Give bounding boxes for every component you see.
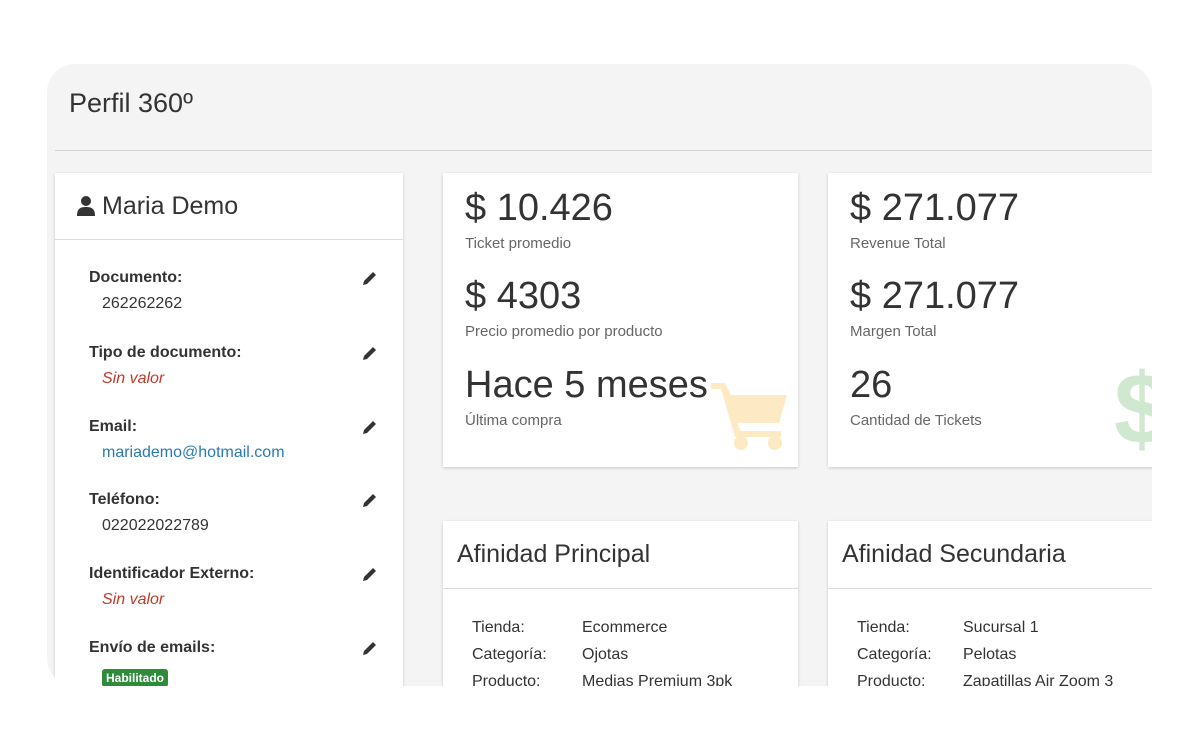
field-label: Tipo de documento:	[89, 344, 242, 361]
affinity-key: Categoría:	[472, 646, 547, 663]
edit-telefono-pencil-icon[interactable]	[361, 491, 379, 509]
stat-ticket-promedio: $ 10.426 Ticket promedio	[465, 189, 613, 252]
email-link[interactable]: mariademo@hotmail.com	[89, 444, 379, 462]
field-documento: Documento: 262262262	[89, 269, 379, 313]
stat-value: $ 271.077	[850, 275, 1020, 317]
affinity-key: Producto:	[857, 673, 926, 686]
affinity-secondary-card: Afinidad Secundaria Tienda: Sucursal 1 C…	[828, 521, 1152, 686]
stat-value: 26	[850, 364, 893, 406]
affinity-key: Categoría:	[857, 646, 932, 663]
field-email: Email: mariademo@hotmail.com	[89, 418, 379, 462]
field-value: 262262262	[102, 295, 183, 312]
page-title: Perfil 360º	[69, 88, 193, 118]
field-label: Documento:	[89, 269, 183, 286]
stat-value: $ 10.426	[465, 187, 613, 229]
edit-tipo-documento-pencil-icon[interactable]	[361, 344, 379, 362]
stat-label: Margen Total	[850, 323, 937, 340]
affinity-value: Ojotas	[582, 646, 629, 663]
revenue-stats-card: $ $ 271.077 Revenue Total $ 271.077 Marg…	[828, 173, 1152, 467]
dollar-sign-icon: $	[1114, 353, 1152, 453]
affinity-row: Categoría: Ojotas	[472, 646, 628, 664]
affinity-value: Medias Premium 3pk	[582, 673, 733, 686]
field-value: Sin valor	[102, 591, 165, 608]
field-label: Envío de emails:	[89, 639, 216, 656]
affinity-value: Ecommerce	[582, 619, 668, 636]
profile-360-panel: Perfil 360º Maria Demo Documento: 262262…	[47, 64, 1152, 686]
affinity-key: Tienda:	[472, 619, 525, 636]
affinity-value: Pelotas	[963, 646, 1017, 663]
user-icon	[77, 196, 95, 216]
stat-ultima-compra: Hace 5 meses Última compra	[465, 366, 708, 429]
stat-value: $ 4303	[465, 275, 582, 317]
field-envio-emails: Envío de emails: Habilitado	[89, 639, 379, 686]
header-divider	[55, 150, 1152, 151]
stat-label: Revenue Total	[850, 235, 946, 252]
stat-label: Ticket promedio	[465, 235, 572, 252]
stat-cantidad-tickets: 26 Cantidad de Tickets	[850, 366, 982, 429]
field-value: Sin valor	[102, 370, 165, 387]
affinity-key: Producto:	[472, 673, 541, 686]
field-label: Email:	[89, 418, 138, 435]
edit-email-pencil-icon[interactable]	[361, 418, 379, 436]
field-telefono: Teléfono: 022022022789	[89, 491, 379, 535]
affinity-key: Tienda:	[857, 619, 910, 636]
shopping-cart-icon	[711, 383, 787, 450]
affinity-row: Producto: Medias Premium 3pk	[472, 673, 732, 686]
customer-name: Maria Demo	[102, 191, 239, 220]
field-identificador-externo: Identificador Externo: Sin valor	[89, 565, 379, 609]
affinity-secondary-title: Afinidad Secundaria	[828, 521, 1152, 589]
affinity-row: Producto: Zapatillas Air Zoom 3	[857, 673, 1113, 686]
stat-value: $ 271.077	[850, 187, 1020, 229]
edit-envio-emails-pencil-icon[interactable]	[361, 639, 379, 657]
field-tipo-documento: Tipo de documento: Sin valor	[89, 344, 379, 388]
affinity-value: Sucursal 1	[963, 619, 1039, 636]
svg-text:$: $	[1114, 353, 1152, 453]
stat-label: Última compra	[465, 412, 562, 429]
affinity-row: Categoría: Pelotas	[857, 646, 1016, 664]
profile-card-header: Maria Demo	[55, 173, 403, 240]
purchase-stats-card: $ 10.426 Ticket promedio $ 4303 Precio p…	[443, 173, 798, 467]
stat-label: Precio promedio por producto	[465, 323, 663, 340]
stat-label: Cantidad de Tickets	[850, 412, 982, 429]
field-value: 022022022789	[102, 517, 209, 534]
edit-identificador-pencil-icon[interactable]	[361, 565, 379, 583]
stat-revenue-total: $ 271.077 Revenue Total	[850, 189, 1019, 252]
affinity-row: Tienda: Sucursal 1	[857, 619, 1039, 637]
stat-value: Hace 5 meses	[465, 364, 708, 406]
profile-card: Maria Demo Documento: 262262262 Tipo de …	[55, 173, 403, 686]
affinity-primary-title: Afinidad Principal	[443, 521, 798, 589]
edit-documento-pencil-icon[interactable]	[361, 269, 379, 287]
affinity-value: Zapatillas Air Zoom 3	[963, 673, 1114, 686]
stat-precio-promedio: $ 4303 Precio promedio por producto	[465, 277, 663, 340]
affinity-primary-card: Afinidad Principal Tienda: Ecommerce Cat…	[443, 521, 798, 686]
field-label: Identificador Externo:	[89, 565, 255, 582]
field-label: Teléfono:	[89, 491, 160, 508]
status-badge: Habilitado	[102, 669, 169, 686]
affinity-row: Tienda: Ecommerce	[472, 619, 667, 637]
stat-margen-total: $ 271.077 Margen Total	[850, 277, 1019, 340]
